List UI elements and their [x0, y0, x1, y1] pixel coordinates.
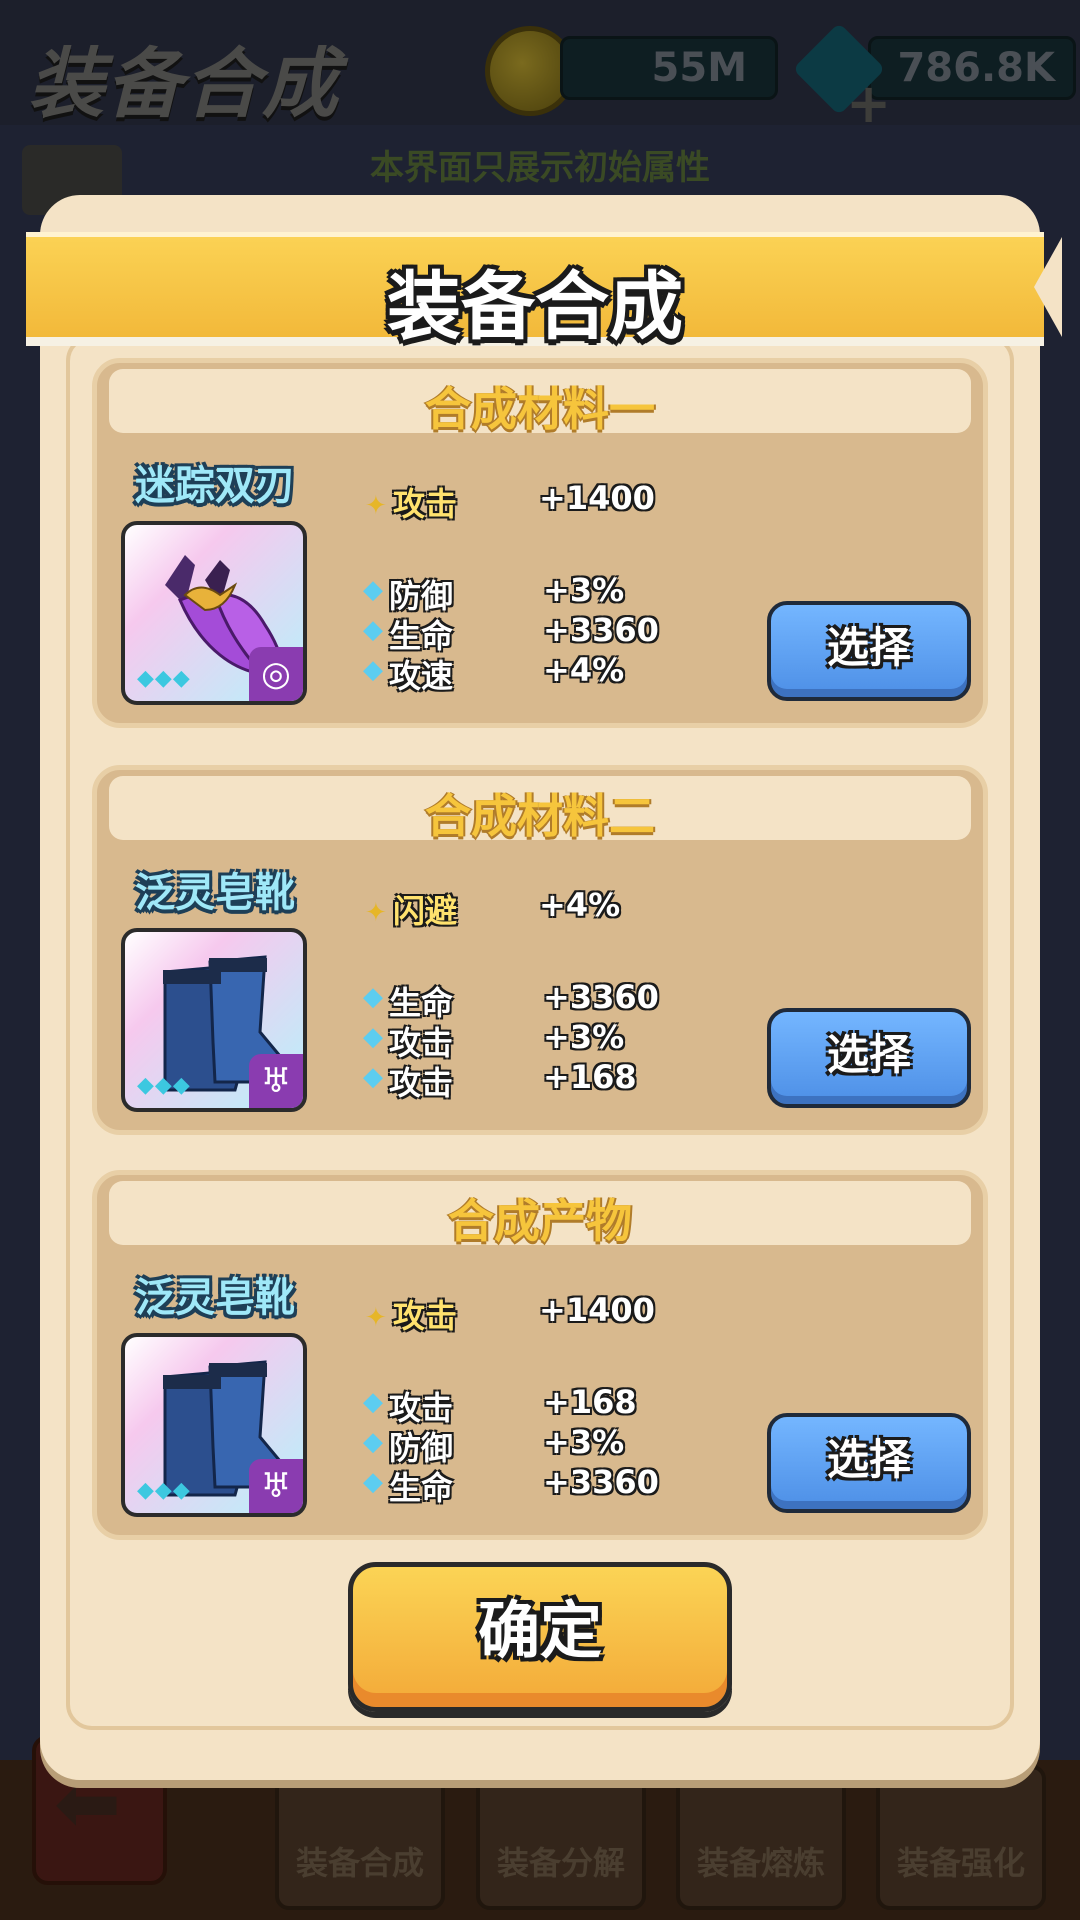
tab-equipment-decompose[interactable]: 装备分解: [476, 1765, 646, 1910]
sub-stat-value: +3360: [543, 611, 659, 649]
gem-icon: ◆: [363, 1062, 383, 1092]
confirm-button[interactable]: 确定: [348, 1562, 732, 1712]
notice-text: 本界面只展示初始属性: [370, 148, 710, 188]
main-stat-name: 攻击: [393, 1297, 458, 1335]
sub-stat-name: 攻速: [389, 657, 454, 695]
select-label: 选择: [826, 1435, 911, 1484]
section-title: 合成材料一: [425, 382, 655, 436]
star-icon: ✦: [365, 491, 387, 521]
main-stat-name: 攻击: [393, 485, 458, 523]
rarity-gems-icon: ◆◆◆: [137, 666, 191, 691]
dialog-title-banner: 装备合成: [26, 232, 1062, 350]
item-name: 泛灵皂靴: [135, 1275, 295, 1321]
gem-icon: ◆: [363, 1022, 383, 1052]
gem-icon: ◆: [363, 1467, 383, 1497]
gem-icon: ◆: [363, 615, 383, 645]
sub-stat-value: +168: [543, 1383, 637, 1421]
section-title: 合成产物: [448, 1194, 632, 1248]
coin-counter: 55M: [560, 36, 778, 100]
main-stat-value: +4%: [539, 886, 621, 924]
select-button[interactable]: 选择: [767, 601, 971, 701]
sub-stat-value: +3%: [543, 571, 625, 609]
section-header: 合成材料一: [109, 369, 971, 436]
sub-stat-value: +3%: [543, 1018, 625, 1056]
gem-icon: ◆: [363, 655, 383, 685]
material-one-panel: 合成材料一 迷踪双刃 ◆◆◆ ◎ ✦ 攻击 +1400 ◆ 防御 +3% ◆ 生…: [92, 358, 988, 728]
sub-stat-name: 生命: [389, 1469, 454, 1507]
select-label: 选择: [826, 1030, 911, 1079]
sub-stat-value: +4%: [543, 651, 625, 689]
gem-icon: ◆: [363, 575, 383, 605]
sub-stat-value: +168: [543, 1058, 637, 1096]
sub-stat-value: +3360: [543, 1463, 659, 1501]
banner-notch: [1034, 237, 1062, 337]
item-card[interactable]: ◆◆◆ ♅: [121, 928, 307, 1112]
tab-label: 装备分解: [496, 1844, 625, 1882]
rarity-gems-icon: ◆◆◆: [137, 1073, 191, 1098]
tab-label: 装备合成: [295, 1844, 424, 1882]
main-stat-value: +1400: [539, 479, 655, 517]
dialog-title: 装备合成: [387, 264, 683, 350]
tab-label: 装备强化: [896, 1844, 1025, 1882]
spiral-icon: ◎: [249, 647, 303, 701]
item-name: 泛灵皂靴: [135, 870, 295, 916]
product-panel: 合成产物 泛灵皂靴 ◆◆◆ ♅ ✦ 攻击 +1400 ◆ 攻击 +168 ◆ 防…: [92, 1170, 988, 1540]
gem-value: 786.8K: [897, 45, 1055, 91]
wing-icon: ♅: [249, 1459, 303, 1513]
item-card[interactable]: ◆◆◆ ♅: [121, 1333, 307, 1517]
item-card[interactable]: ◆◆◆ ◎: [121, 521, 307, 705]
top-bar: 装备合成 55M 786.8K +: [0, 0, 1080, 135]
tab-equipment-smelt[interactable]: 装备熔炼: [676, 1765, 846, 1910]
main-stat-name: 闪避: [393, 892, 458, 930]
sub-stat-value: +3360: [543, 978, 659, 1016]
coin-value: 55M: [651, 45, 747, 91]
section-title: 合成材料二: [425, 789, 655, 843]
gem-icon: ◆: [363, 982, 383, 1012]
gem-icon: ◆: [363, 1387, 383, 1417]
star-icon: ✦: [365, 1303, 387, 1333]
star-icon: ✦: [365, 898, 387, 928]
sub-stat-value: +3%: [543, 1423, 625, 1461]
sub-stat-name: 攻击: [389, 1064, 454, 1102]
tab-equipment-synthesis[interactable]: 装备合成: [275, 1765, 445, 1910]
section-header: 合成材料二: [109, 776, 971, 843]
select-label: 选择: [826, 623, 911, 672]
gem-counter: 786.8K: [868, 36, 1076, 100]
material-two-panel: 合成材料二 泛灵皂靴 ◆◆◆ ♅ ✦ 闪避 +4% ◆ 生命 +3360 ◆ 攻…: [92, 765, 988, 1135]
select-button[interactable]: 选择: [767, 1008, 971, 1108]
tab-equipment-enhance[interactable]: 装备强化: [876, 1765, 1046, 1910]
page-title: 装备合成: [28, 39, 340, 128]
section-header: 合成产物: [109, 1181, 971, 1248]
rarity-gems-icon: ◆◆◆: [137, 1478, 191, 1503]
item-name: 迷踪双刃: [135, 463, 295, 509]
confirm-label: 确定: [477, 1594, 602, 1667]
tab-label: 装备熔炼: [696, 1844, 825, 1882]
wing-icon: ♅: [249, 1054, 303, 1108]
select-button[interactable]: 选择: [767, 1413, 971, 1513]
gem-icon: ◆: [363, 1427, 383, 1457]
main-stat-value: +1400: [539, 1291, 655, 1329]
